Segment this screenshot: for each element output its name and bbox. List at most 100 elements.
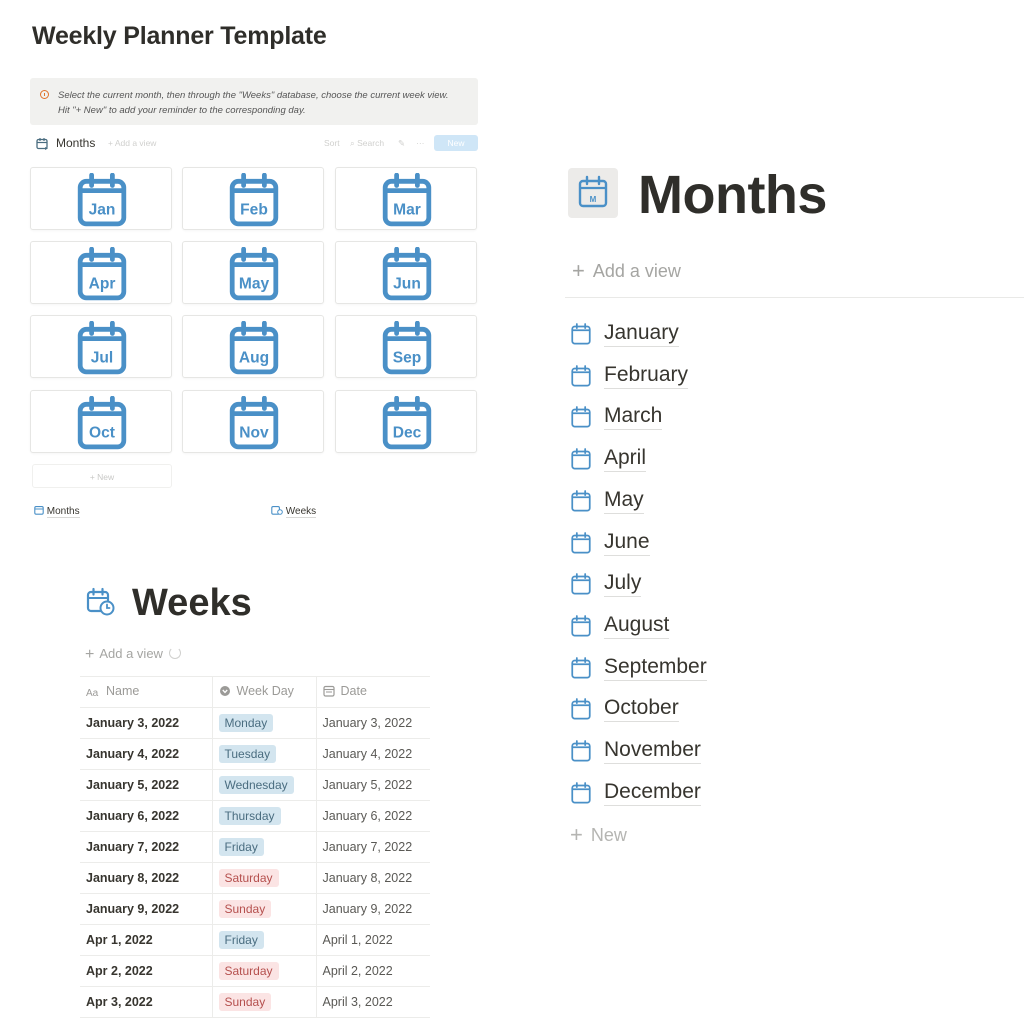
calendar-icon: Aug [229, 321, 279, 375]
callout: Select the current month, then through t… [30, 78, 478, 125]
cell-date[interactable]: January 5, 2022 [316, 769, 430, 801]
cell-date[interactable]: April 1, 2022 [316, 924, 430, 956]
gallery-card-feb[interactable]: Feb [182, 167, 324, 230]
cell-name[interactable]: Apr 2, 2022 [80, 955, 213, 987]
month-item-label: July [604, 570, 642, 598]
calendar-icon: Dec [382, 396, 432, 450]
table-row[interactable]: January 7, 2022 Friday January 7, 2022 [80, 831, 430, 863]
cell-week-day[interactable]: Sunday [212, 986, 317, 1018]
new-button[interactable]: New [434, 135, 478, 151]
cell-week-day[interactable]: Wednesday [212, 769, 317, 801]
months-new-button[interactable]: + New [570, 822, 627, 848]
search-button[interactable]: ⌕ Search [350, 138, 384, 149]
week-day-tag: Sunday [218, 993, 272, 1011]
cell-date[interactable]: April 3, 2022 [316, 986, 430, 1018]
cell-week-day[interactable]: Tuesday [212, 738, 317, 770]
month-abbrev-label: May [239, 276, 270, 293]
weeks-table: Aa Name Week Day Date January 3, 2022 Mond… [80, 676, 430, 1018]
link-months-label: Months [46, 506, 80, 518]
months-database-toolbar: Months + Add a view Sort ⌕ Search ✎ ··· … [32, 134, 478, 154]
month-item-label: September [604, 654, 707, 681]
column-header-date[interactable]: Date [316, 676, 430, 708]
cell-week-day[interactable]: Saturday [212, 955, 317, 987]
gallery-card-mar[interactable]: Mar [335, 167, 477, 230]
cell-name[interactable]: January 4, 2022 [80, 738, 213, 770]
cell-name[interactable]: January 3, 2022 [80, 707, 213, 739]
month-abbrev-label: Aug [239, 350, 269, 367]
month-abbrev-label: Feb [240, 202, 268, 219]
gallery-card-sep[interactable]: Sep [335, 315, 477, 378]
add-view-button[interactable]: + Add a view [108, 138, 156, 148]
cell-date[interactable]: January 9, 2022 [316, 893, 430, 925]
cell-date[interactable]: January 3, 2022 [316, 707, 430, 739]
link-weeks[interactable]: Weeks [271, 505, 317, 518]
cell-week-day[interactable]: Monday [212, 707, 317, 739]
column-header-week-day[interactable]: Week Day [212, 676, 317, 708]
callout-line-2: Hit "+ New" to add your reminder to the … [58, 105, 306, 116]
cell-week-day[interactable]: Friday [212, 924, 317, 956]
week-day-tag: Friday [218, 838, 264, 856]
gallery-card-apr[interactable]: Apr [30, 241, 172, 304]
calendar-icon [571, 448, 591, 470]
cell-name[interactable]: Apr 3, 2022 [80, 986, 213, 1018]
calendar-icon [571, 406, 591, 428]
gallery-card-dec[interactable]: Dec [335, 390, 477, 453]
table-row[interactable]: January 3, 2022 Monday January 3, 2022 [80, 707, 430, 739]
cell-date[interactable]: January 4, 2022 [316, 738, 430, 770]
gallery-card-jun[interactable]: Jun [335, 241, 477, 304]
more-icon[interactable]: ··· [416, 138, 425, 148]
months-page-icon: M [568, 168, 618, 218]
edit-icon[interactable]: ✎ [398, 138, 405, 149]
cell-date[interactable]: January 8, 2022 [316, 862, 430, 894]
gallery-card-oct[interactable]: Oct [30, 390, 172, 453]
text-property-icon: Aa [86, 686, 100, 700]
table-row[interactable]: January 5, 2022 Wednesday January 5, 2022 [80, 769, 430, 801]
cell-date[interactable]: April 2, 2022 [316, 955, 430, 987]
cell-name[interactable]: Apr 1, 2022 [80, 924, 213, 956]
table-row[interactable]: Apr 2, 2022 Saturday April 2, 2022 [80, 955, 430, 987]
gallery-new-button[interactable]: + New [32, 464, 172, 488]
table-row[interactable]: Apr 3, 2022 Sunday April 3, 2022 [80, 986, 430, 1018]
cell-week-day[interactable]: Friday [212, 831, 317, 863]
gallery-card-jan[interactable]: Jan [30, 167, 172, 230]
cell-week-day[interactable]: Sunday [212, 893, 317, 925]
table-row[interactable]: January 6, 2022 Thursday January 6, 2022 [80, 800, 430, 832]
table-row[interactable]: January 4, 2022 Tuesday January 4, 2022 [80, 738, 430, 770]
calendar-icon: Nov [229, 396, 279, 450]
table-row[interactable]: Apr 1, 2022 Friday April 1, 2022 [80, 924, 430, 956]
week-day-tag: Monday [218, 714, 274, 732]
table-row[interactable]: January 9, 2022 Sunday January 9, 2022 [80, 893, 430, 925]
week-day-tag: Sunday [218, 900, 272, 918]
cell-week-day[interactable]: Thursday [212, 800, 317, 832]
calendar-icon: Sep [382, 321, 432, 375]
cell-date[interactable]: January 6, 2022 [316, 800, 430, 832]
cell-name[interactable]: January 6, 2022 [80, 800, 213, 832]
month-item-label: February [604, 362, 689, 389]
month-item-label: August [604, 612, 670, 639]
database-title-months[interactable]: Months [56, 136, 95, 150]
cell-name[interactable]: January 8, 2022 [80, 862, 213, 894]
week-day-tag: Friday [218, 931, 264, 949]
weeks-page-title: Weeks [132, 582, 252, 624]
gallery-card-aug[interactable]: Aug [182, 315, 324, 378]
months-add-view-button[interactable]: + Add a view [572, 258, 681, 284]
cell-date[interactable]: January 7, 2022 [316, 831, 430, 863]
column-header-name[interactable]: Aa Name [80, 676, 213, 708]
gallery-card-may[interactable]: May [182, 241, 324, 304]
month-abbrev-label: Nov [239, 425, 269, 442]
cell-name[interactable]: January 5, 2022 [80, 769, 213, 801]
cell-name[interactable]: January 9, 2022 [80, 893, 213, 925]
cell-week-day[interactable]: Saturday [212, 862, 317, 894]
month-abbrev-label: Apr [89, 276, 116, 293]
sort-button[interactable]: Sort [324, 138, 340, 148]
gallery-card-jul[interactable]: Jul [30, 315, 172, 378]
calendar-icon: Jun [382, 247, 432, 301]
weeks-add-view-button[interactable]: + Add a view [85, 646, 181, 664]
cell-name[interactable]: January 7, 2022 [80, 831, 213, 863]
table-row[interactable]: January 8, 2022 Saturday January 8, 2022 [80, 862, 430, 894]
gallery-card-nov[interactable]: Nov [182, 390, 324, 453]
calendar-icon [571, 740, 591, 762]
link-months[interactable]: Months [34, 505, 80, 518]
calendar-icon [571, 781, 591, 804]
calendar-icon [36, 137, 50, 154]
